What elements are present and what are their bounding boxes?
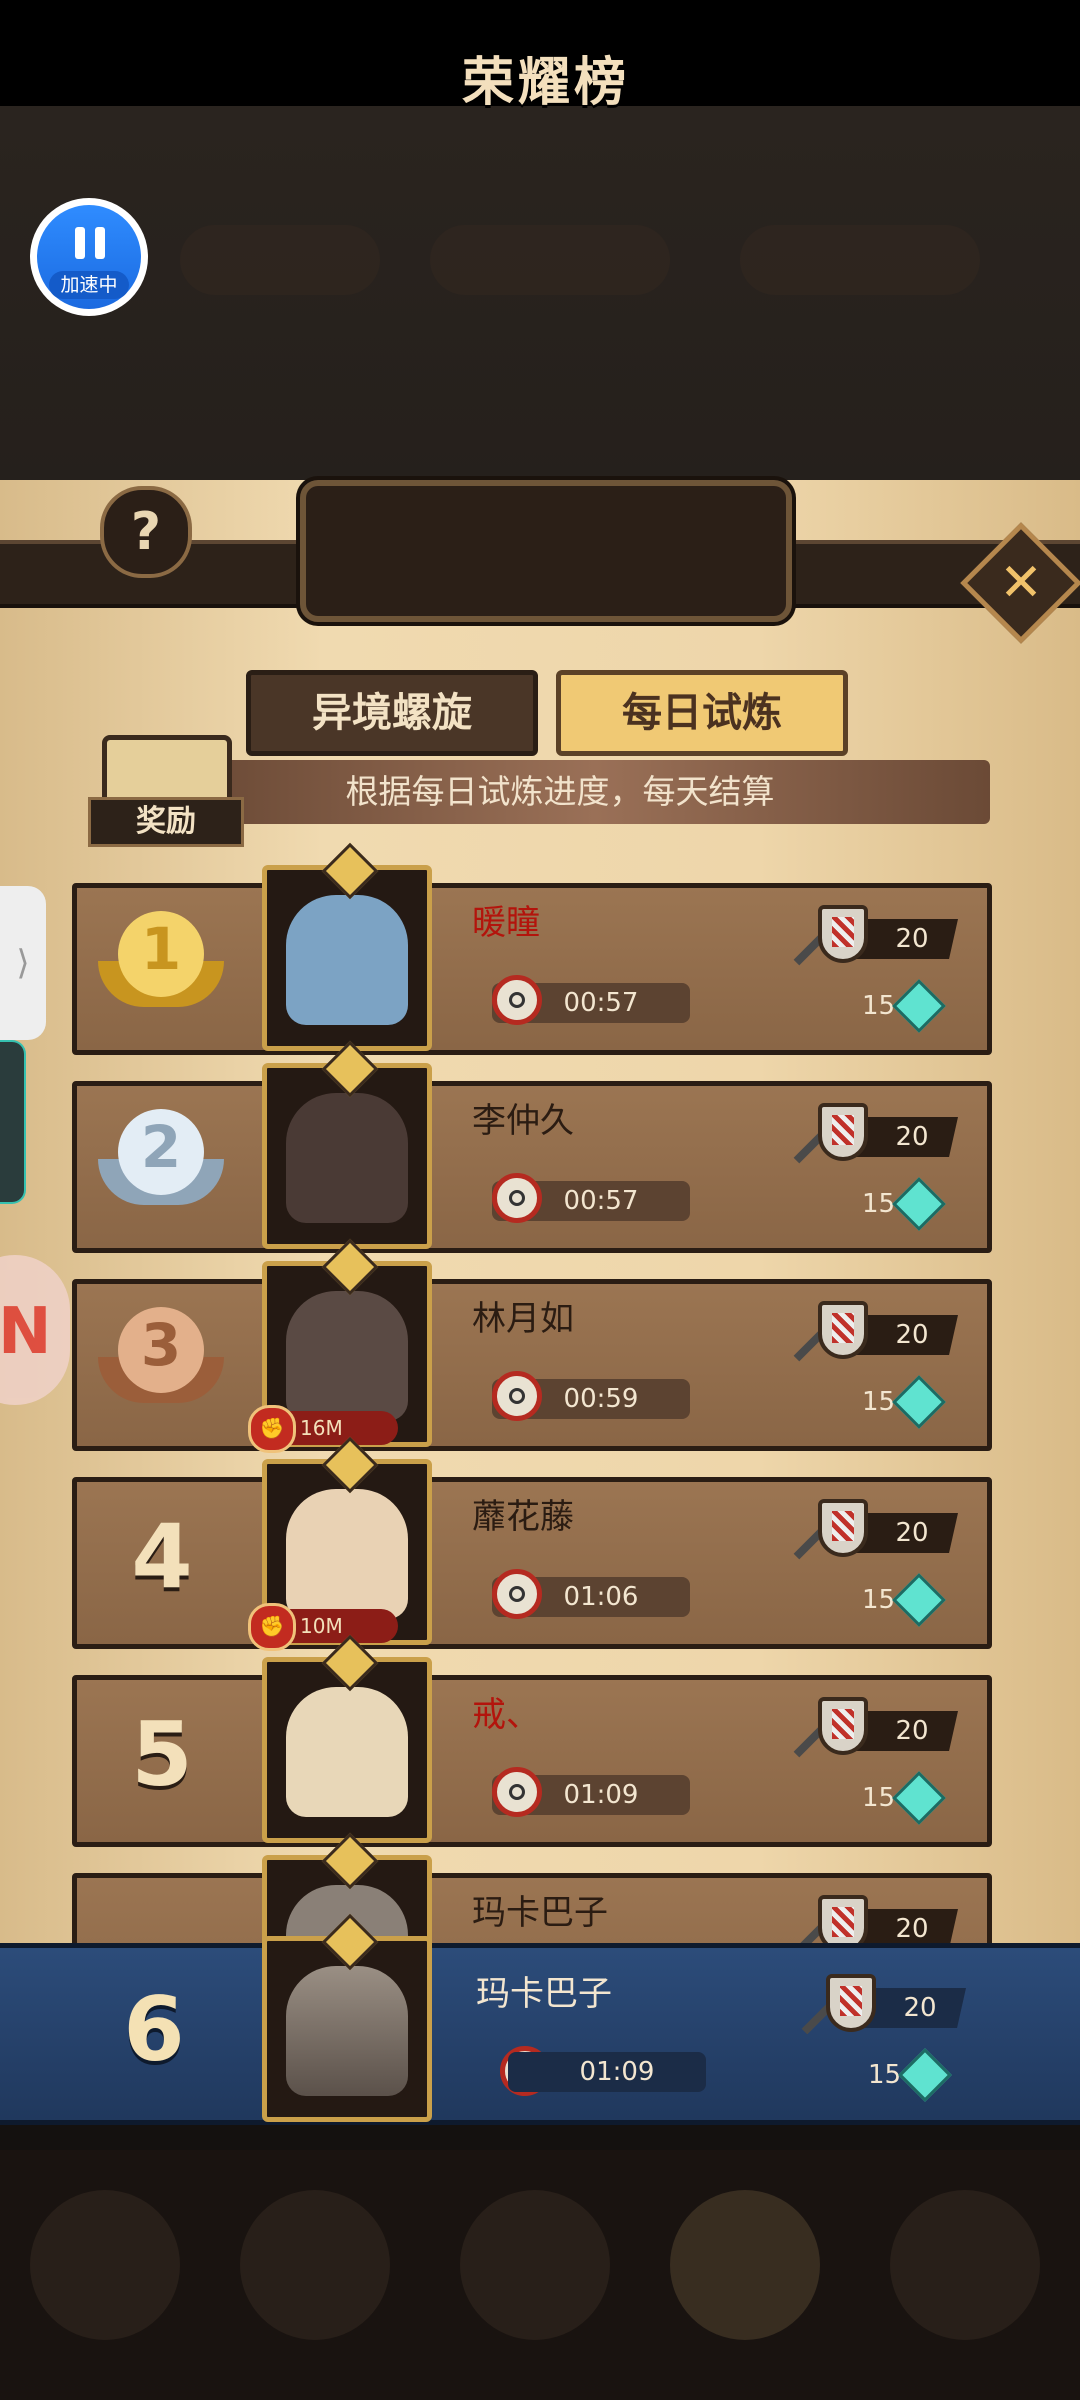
my-shield-value: 20	[903, 1993, 937, 2023]
gem-icon	[892, 1375, 946, 1429]
tab-daily-trial[interactable]: 每日试炼	[556, 670, 848, 756]
gem-icon	[892, 1771, 946, 1825]
rank-medal-icon: 1	[98, 911, 224, 1021]
my-rank-number: 6	[123, 1978, 185, 2081]
nav-item[interactable]	[240, 2190, 390, 2340]
shield-value: 20	[895, 1122, 929, 1152]
ranking-row[interactable]: 4 10M ✊ 蘼花藤 01:06 20 15	[72, 1436, 992, 1651]
player-name: 蘼花藤	[472, 1497, 574, 1537]
rank-medal-icon: 3	[98, 1307, 224, 1417]
gem-stat: 15	[862, 1177, 962, 1231]
my-shield-stat: 20	[798, 1974, 978, 2035]
rank-number: 2	[140, 1113, 182, 1181]
background-hud	[180, 225, 1060, 305]
player-avatar[interactable]: 10M ✊	[248, 1436, 432, 1651]
clock-icon	[492, 975, 542, 1025]
rank-number: 5	[131, 1703, 193, 1806]
gem-icon	[892, 1573, 946, 1627]
clock-icon	[492, 1173, 542, 1223]
player-avatar[interactable]	[262, 1634, 432, 1843]
rank-medal-icon: 2	[98, 1109, 224, 1219]
player-avatar[interactable]: 16M ✊	[248, 1238, 432, 1453]
gem-stat: 15	[862, 1375, 962, 1429]
gem-value: 15	[862, 1387, 896, 1417]
speed-boost-badge[interactable]: 加速中	[30, 198, 148, 316]
gem-value: 15	[862, 1189, 896, 1219]
gem-value: 15	[862, 991, 896, 1021]
shield-icon	[818, 1103, 868, 1161]
shield-stat: 20	[790, 1697, 970, 1758]
reward-label: 奖励	[88, 797, 244, 847]
nav-item[interactable]	[460, 2190, 610, 2340]
shield-value: 20	[895, 1716, 929, 1746]
shield-value: 20	[895, 1518, 929, 1548]
my-clear-time: 01:09	[508, 2052, 706, 2092]
shield-stat: 20	[790, 905, 970, 966]
pause-icon	[75, 227, 105, 259]
speed-badge-label: 加速中	[49, 271, 129, 299]
gem-value: 15	[862, 1783, 896, 1813]
fist-icon: ✊	[248, 1405, 296, 1453]
player-name: 林月如	[472, 1299, 574, 1339]
question-icon: ?	[130, 502, 162, 562]
bottom-nav	[0, 2150, 1080, 2400]
fist-icon: ✊	[248, 1603, 296, 1651]
shield-stat: 20	[790, 1103, 970, 1164]
clock-icon	[492, 1569, 542, 1619]
ranking-row[interactable]: 2 李仲久 00:57 20 15	[72, 1040, 992, 1253]
shield-icon	[818, 905, 868, 963]
ranking-row[interactable]: 1 暖瞳 00:57 20 15	[72, 842, 992, 1055]
player-name: 暖瞳	[472, 903, 540, 943]
shield-stat: 20	[790, 1301, 970, 1362]
player-name: 李仲久	[472, 1101, 574, 1141]
gem-stat: 15	[862, 1573, 962, 1627]
nav-item[interactable]	[30, 2190, 180, 2340]
ranking-row[interactable]: 5 戒、 01:09 20 15	[72, 1634, 992, 1847]
shield-value: 20	[895, 1320, 929, 1350]
gem-icon	[892, 1177, 946, 1231]
my-rank-row[interactable]: 6 玛卡巴子 01:09 20 15	[0, 1913, 1080, 2125]
gem-stat: 15	[862, 979, 962, 1033]
shield-icon	[818, 1301, 868, 1359]
rank-number: 4	[131, 1505, 193, 1608]
gem-icon	[898, 2048, 952, 2102]
my-avatar[interactable]	[262, 1913, 432, 2122]
my-player-name: 玛卡巴子	[476, 1974, 612, 2014]
clock-icon	[492, 1767, 542, 1817]
tab-abyss-spiral[interactable]: 异境螺旋	[246, 670, 538, 756]
clock-icon	[492, 1371, 542, 1421]
reward-chest-button[interactable]: 奖励	[88, 735, 244, 847]
my-gem-value: 15	[868, 2060, 902, 2090]
help-button[interactable]: ?	[100, 486, 192, 578]
gem-icon	[892, 979, 946, 1033]
side-drawer-handle[interactable]: ⟩	[0, 886, 46, 1040]
shield-value: 20	[895, 924, 929, 954]
settlement-note: 根据每日试炼进度，每天结算	[345, 772, 775, 811]
close-icon: ✕	[999, 553, 1043, 613]
shield-icon	[818, 1697, 868, 1755]
gem-stat: 15	[862, 1771, 962, 1825]
player-avatar[interactable]	[262, 1040, 432, 1249]
ranking-row[interactable]: 3 16M ✊ 林月如 00:59 20 15	[72, 1238, 992, 1453]
shield-icon	[826, 1974, 876, 2032]
player-name: 戒、	[472, 1695, 540, 1735]
rank-number: 1	[140, 915, 182, 983]
nav-item[interactable]	[890, 2190, 1040, 2340]
shield-stat: 20	[790, 1499, 970, 1560]
my-gem-stat: 15	[868, 2048, 968, 2102]
shield-icon	[818, 1499, 868, 1557]
page-title: 荣耀榜	[461, 53, 630, 113]
player-name: 玛卡巴子	[472, 1893, 608, 1933]
gem-value: 15	[862, 1585, 896, 1615]
side-widget[interactable]	[0, 1040, 26, 1204]
nav-item[interactable]	[670, 2190, 820, 2340]
rank-number: 3	[140, 1311, 182, 1379]
player-avatar[interactable]	[262, 842, 432, 1051]
